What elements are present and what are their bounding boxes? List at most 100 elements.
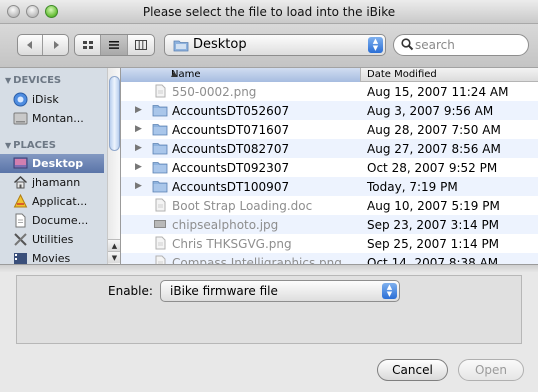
enable-file-type-popup[interactable]: iBike firmware file ▲ ▼ [160, 280, 400, 302]
file-row[interactable]: Compass Intelligraphics.png Oct 14, 2007 … [121, 253, 538, 264]
sidebar-item-label: Docume... [32, 214, 89, 227]
file-name: AccountsDT052607 [172, 104, 290, 118]
disclosure-triangle-icon[interactable]: ▶ [135, 162, 142, 172]
file-name: AccountsDT092307 [172, 161, 290, 175]
search-input[interactable] [415, 38, 523, 52]
disclosure-triangle-icon[interactable]: ▶ [135, 143, 142, 153]
idisk-icon [13, 92, 28, 107]
scroll-up-arrow-icon[interactable]: ▲ [108, 239, 120, 251]
hard-drive-icon [13, 112, 28, 125]
back-arrow-icon [27, 41, 32, 49]
navigation-buttons [17, 34, 69, 56]
sidebar-item-montana[interactable]: Montan... [0, 109, 104, 128]
sidebar-item-applications[interactable]: Applicat... [0, 192, 104, 211]
home-icon [13, 175, 28, 189]
title-bar: Please select the file to load into the … [0, 0, 538, 24]
open-file-dialog: Please select the file to load into the … [0, 0, 538, 392]
folder-icon [152, 160, 168, 177]
pane-divider [0, 264, 538, 272]
disclosure-triangle-icon: ▼ [5, 76, 12, 85]
scroll-down-arrow-icon[interactable]: ▼ [108, 251, 120, 263]
back-button[interactable] [18, 35, 44, 55]
document-file-icon [152, 236, 168, 253]
column-view-button[interactable] [128, 35, 154, 55]
column-header-bar: Name ▲ Date Modified [121, 68, 538, 82]
file-name: AccountsDT100907 [172, 180, 290, 194]
folder-icon [152, 103, 168, 120]
file-row[interactable]: Chris THKSGVG.png Sep 25, 2007 1:14 PM [121, 234, 538, 253]
file-date-modified: Aug 27, 2007 8:56 AM [367, 142, 501, 156]
disclosure-triangle-icon[interactable]: ▶ [135, 124, 142, 134]
search-field[interactable] [393, 34, 529, 56]
file-date-modified: Oct 14, 2007 8:38 AM [367, 256, 499, 264]
sidebar-item-desktop[interactable]: Desktop [0, 154, 104, 173]
file-date-modified: Aug 15, 2007 11:24 AM [367, 85, 509, 99]
sidebar-item-label: Montan... [32, 112, 84, 125]
popup-stepper-icon: ▲ ▼ [368, 37, 383, 53]
folder-icon [152, 141, 168, 158]
disclosure-triangle-icon[interactable]: ▶ [135, 181, 142, 191]
forward-button[interactable] [43, 35, 68, 55]
forward-arrow-icon [53, 41, 59, 49]
file-name: chipsealphoto.jpg [172, 218, 279, 232]
view-mode-buttons [74, 34, 155, 56]
file-row[interactable]: 550-0002.png Aug 15, 2007 11:24 AM [121, 82, 538, 101]
icon-view-button[interactable] [75, 35, 102, 55]
disclosure-triangle-icon: ▼ [5, 141, 12, 150]
popup-stepper-icon: ▲ ▼ [382, 283, 397, 299]
file-row[interactable]: Boot Strap Loading.doc Aug 10, 2007 5:19 … [121, 196, 538, 215]
places-header[interactable]: ▼ PLACES [5, 140, 56, 151]
sidebar-item-movies[interactable]: Movies [0, 249, 104, 264]
window-title: Please select the file to load into the … [142, 5, 396, 19]
file-row[interactable]: ▶ AccountsDT100907 Today, 7:19 PM [121, 177, 538, 196]
date-modified-column-header[interactable]: Date Modified [367, 69, 437, 80]
file-name: AccountsDT082707 [172, 142, 290, 156]
sidebar-item-label: Applicat... [32, 195, 88, 208]
sidebar-item-label: Utilities [32, 233, 74, 246]
toolbar: Desktop ▲ ▼ [0, 24, 538, 68]
file-date-modified: Aug 3, 2007 9:56 AM [367, 104, 494, 118]
location-label: Desktop [193, 37, 247, 52]
file-date-modified: Sep 23, 2007 3:14 PM [367, 218, 500, 232]
file-name: Compass Intelligraphics.png [172, 256, 342, 264]
file-row[interactable]: ▶ AccountsDT071607 Aug 28, 2007 7:50 AM [121, 120, 538, 139]
icon-view-icon [82, 41, 93, 49]
file-date-modified: Sep 25, 2007 1:14 PM [367, 237, 500, 251]
file-name: Boot Strap Loading.doc [172, 199, 313, 213]
file-row[interactable]: ▶ AccountsDT052607 Aug 3, 2007 9:56 AM [121, 101, 538, 120]
open-button[interactable]: Open [458, 359, 524, 381]
cancel-button[interactable]: Cancel [377, 359, 448, 381]
sidebar-scrollbar[interactable]: ▲ ▼ [107, 68, 120, 264]
document-file-icon [152, 198, 168, 215]
sidebar-item-idisk[interactable]: iDisk [0, 90, 104, 109]
location-popup[interactable]: Desktop ▲ ▼ [164, 34, 386, 56]
file-date-modified: Aug 28, 2007 7:50 AM [367, 123, 501, 137]
sidebar-item-label: Movies [32, 252, 71, 264]
file-row[interactable]: ▶ AccountsDT082707 Aug 27, 2007 8:56 AM [121, 139, 538, 158]
list-view-icon [109, 41, 120, 49]
desktop-icon [13, 157, 28, 169]
sidebar-item-utilities[interactable]: Utilities [0, 230, 104, 249]
name-column-header[interactable]: Name ▲ [121, 68, 361, 82]
sidebar-item-documents[interactable]: Docume... [0, 211, 104, 230]
utilities-icon [14, 233, 27, 246]
movies-icon [14, 253, 27, 264]
file-date-modified: Aug 10, 2007 5:19 PM [367, 199, 500, 213]
file-name: AccountsDT071607 [172, 123, 290, 137]
sidebar-scroll-thumb[interactable] [109, 76, 120, 151]
file-browser-list[interactable]: Name ▲ Date Modified 550-0002.png Aug 15,… [121, 68, 538, 264]
folder-icon [152, 122, 168, 139]
documents-icon [15, 213, 26, 228]
devices-header[interactable]: ▼ DEVICES [5, 75, 61, 86]
document-file-icon [152, 84, 168, 101]
file-row[interactable]: ▶ AccountsDT092307 Oct 28, 2007 9:52 PM [121, 158, 538, 177]
sidebar-item-jhamann[interactable]: jhamann [0, 173, 104, 192]
column-view-icon [134, 40, 147, 50]
sidebar-item-label: jhamann [32, 176, 81, 189]
folder-icon [152, 179, 168, 196]
file-row[interactable]: chipsealphoto.jpg Sep 23, 2007 3:14 PM [121, 215, 538, 234]
disclosure-triangle-icon[interactable]: ▶ [135, 105, 142, 115]
search-icon [401, 38, 414, 51]
folder-icon [173, 40, 189, 52]
list-view-button[interactable] [101, 35, 128, 55]
